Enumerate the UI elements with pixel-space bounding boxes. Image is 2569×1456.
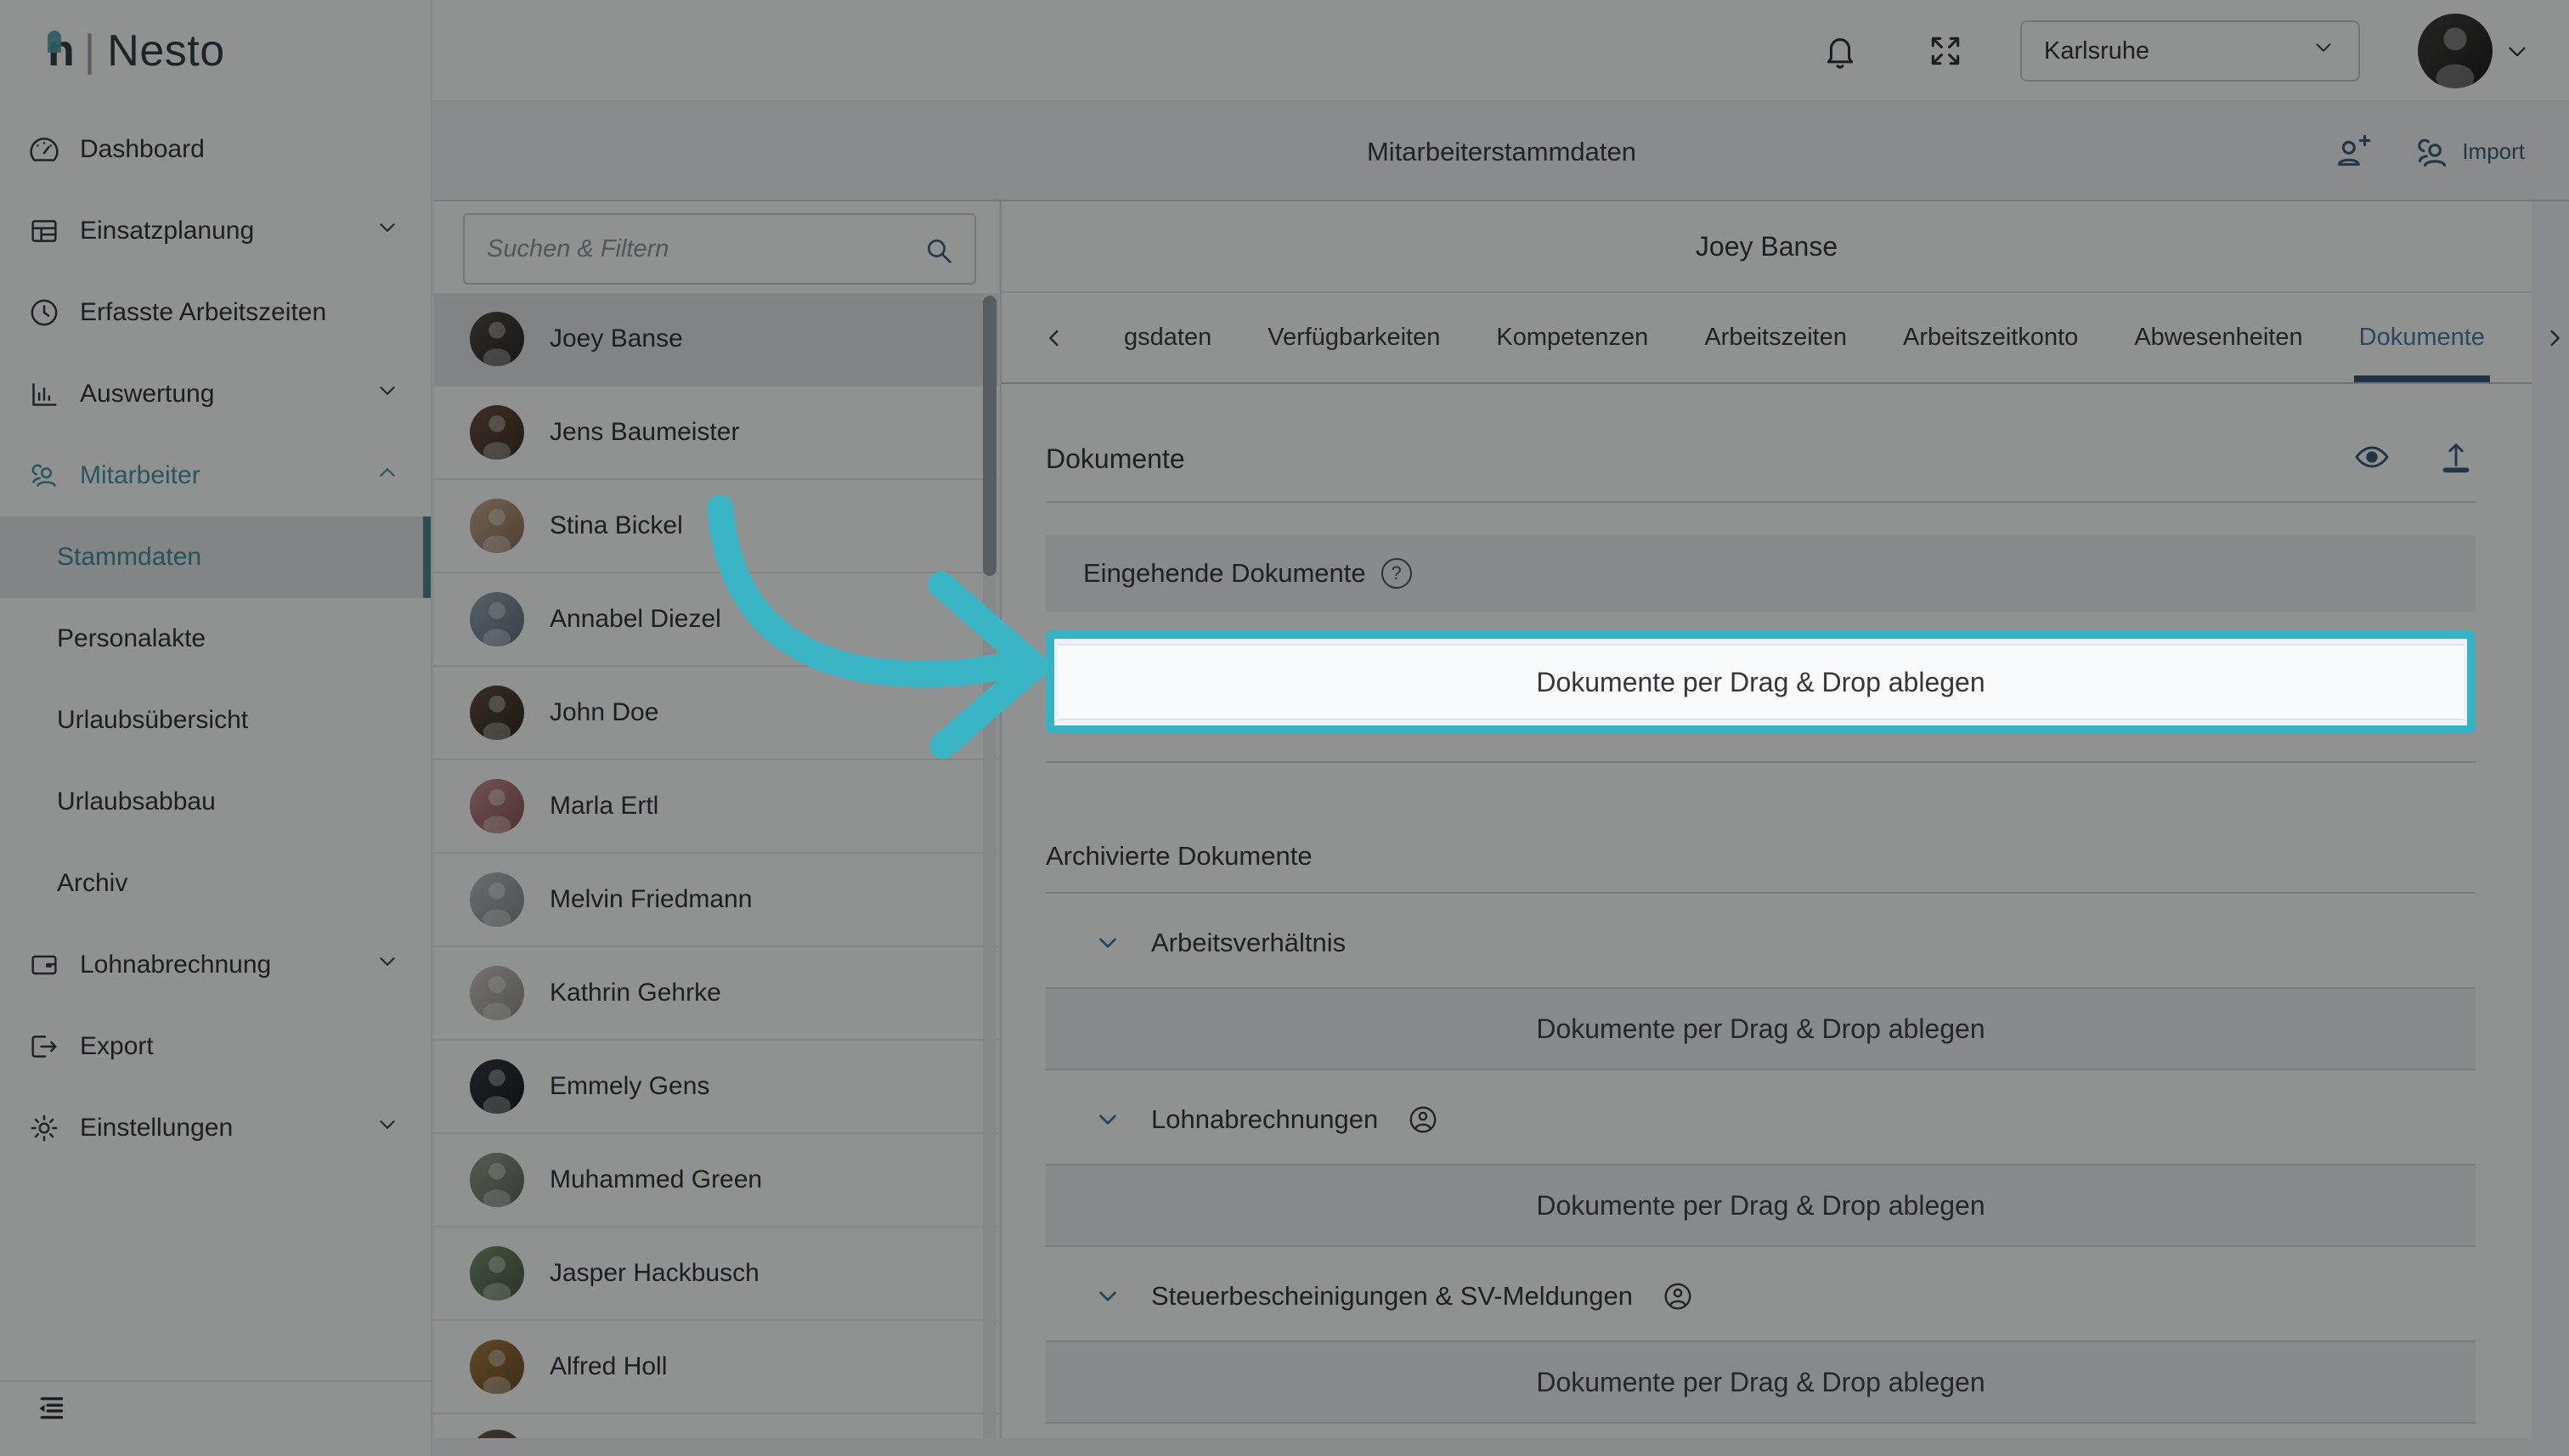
- nesto-app: Karlsruhe n | Nesto Dashboard Einsatzpla…: [0, 0, 2569, 1456]
- dropzone-label: Dokumente per Drag & Drop ablegen: [1058, 644, 2464, 720]
- highlighted-dropzone[interactable]: Dokumente per Drag & Drop ablegen: [1046, 630, 2476, 734]
